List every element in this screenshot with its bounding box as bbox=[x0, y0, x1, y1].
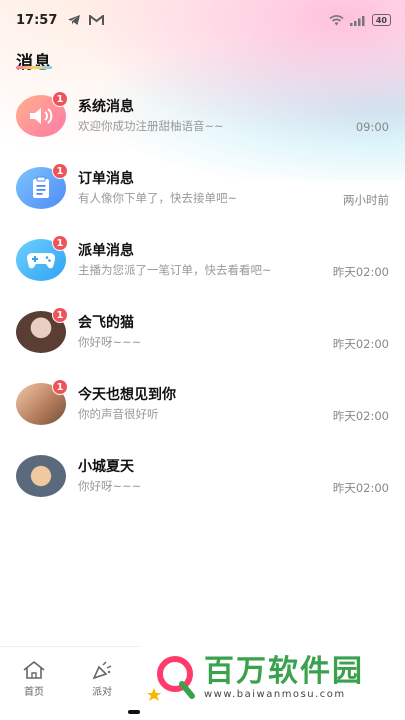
watermark-logo bbox=[146, 650, 200, 704]
message-sender: 订单消息 bbox=[78, 171, 134, 187]
status-time: 17:57 bbox=[16, 12, 58, 28]
status-bar: 17:57 40 bbox=[0, 0, 405, 40]
unread-badge: 1 bbox=[52, 307, 68, 323]
message-time: 昨天02:00 bbox=[332, 481, 389, 495]
avatar-container: 1 bbox=[16, 307, 68, 353]
wifi-icon bbox=[329, 14, 344, 25]
home-indicator bbox=[128, 710, 140, 714]
message-item-system[interactable]: 1 系统消息 欢迎你成功注册甜柚语音~~ 09:00 bbox=[0, 80, 405, 152]
nav-label-home: 首页 bbox=[24, 686, 44, 698]
message-item-order[interactable]: 1 订单消息 有人像你下单了，快去接单吧~ 两小时前 bbox=[0, 152, 405, 224]
avatar-container: 1 bbox=[16, 91, 68, 137]
message-time: 两小时前 bbox=[343, 193, 389, 207]
avatar-container: 1 bbox=[16, 379, 68, 425]
message-sender: 系统消息 bbox=[78, 99, 134, 115]
user-avatar bbox=[16, 455, 66, 497]
unread-badge: 1 bbox=[52, 235, 68, 251]
title-underline-decoration bbox=[16, 66, 52, 69]
battery-level: 40 bbox=[375, 15, 387, 25]
telegram-icon bbox=[68, 15, 81, 25]
message-item-user[interactable]: 1 会飞的猫 你好呀~~~ 昨天02:00 bbox=[0, 296, 405, 368]
message-sender: 今天也想见到你 bbox=[78, 387, 176, 403]
message-time: 09:00 bbox=[355, 120, 389, 134]
watermark-url: www.baiwanmosu.com bbox=[204, 688, 346, 700]
unread-badge: 1 bbox=[52, 91, 68, 107]
status-app-icons bbox=[67, 14, 105, 26]
message-sender: 会飞的猫 bbox=[78, 315, 134, 331]
watermark-texts: 百万软件园 www.baiwanmosu.com bbox=[204, 653, 364, 700]
message-item-dispatch[interactable]: 1 派单消息 主播为您派了一笔订单，快去看看吧~ 昨天02:00 bbox=[0, 224, 405, 296]
avatar-container bbox=[16, 455, 66, 497]
clipboard-icon bbox=[33, 176, 49, 198]
avatar-container: 1 bbox=[16, 235, 68, 281]
message-time: 昨天02:00 bbox=[332, 337, 389, 351]
message-time: 昨天02:00 bbox=[332, 265, 389, 279]
home-icon bbox=[23, 660, 45, 679]
page-title: 消息 bbox=[16, 53, 52, 73]
party-icon bbox=[92, 661, 112, 679]
nav-label-party: 派对 bbox=[92, 686, 112, 698]
message-item-user[interactable]: 小城夏天 你好呀~~~ 昨天02:00 bbox=[0, 440, 405, 512]
message-sender: 派单消息 bbox=[78, 243, 134, 259]
watermark-main-text: 百万软件园 bbox=[204, 653, 364, 689]
status-system-icons: 40 bbox=[329, 14, 391, 26]
message-item-user[interactable]: 1 今天也想见到你 你的声音很好听 昨天02:00 bbox=[0, 368, 405, 440]
gmail-icon bbox=[89, 14, 105, 25]
signal-icon bbox=[349, 15, 365, 26]
message-sender: 小城夏天 bbox=[78, 459, 134, 475]
gamepad-icon bbox=[26, 252, 56, 269]
watermark-banner: 百万软件园 www.baiwanmosu.com bbox=[140, 644, 405, 710]
nav-item-home[interactable]: 首页 bbox=[0, 647, 68, 710]
unread-badge: 1 bbox=[52, 163, 68, 179]
nav-item-party[interactable]: 派对 bbox=[68, 647, 136, 710]
speaker-icon bbox=[30, 108, 53, 124]
message-list: 1 系统消息 欢迎你成功注册甜柚语音~~ 09:00 1 订单消息 有人像你下单… bbox=[0, 80, 405, 512]
unread-badge: 1 bbox=[52, 379, 68, 395]
message-time: 昨天02:00 bbox=[332, 409, 389, 423]
watermark-logo-icon bbox=[147, 656, 195, 701]
avatar-container: 1 bbox=[16, 163, 68, 209]
battery-indicator: 40 bbox=[371, 14, 391, 26]
